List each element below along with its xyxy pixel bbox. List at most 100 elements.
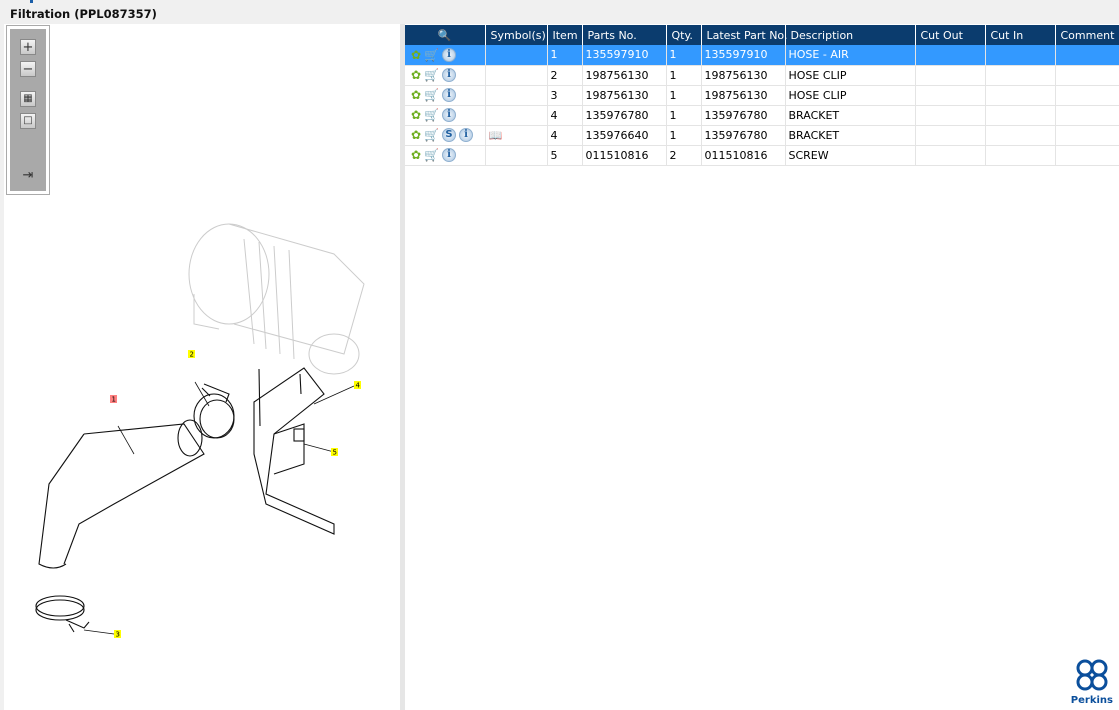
- info-icon[interactable]: i: [459, 128, 474, 142]
- column-header-cut-in[interactable]: Cut In: [985, 25, 1056, 45]
- item-cell: 4: [547, 105, 583, 126]
- row-actions: ✿ 🛒 i: [405, 65, 486, 86]
- description-cell: HOSE CLIP: [785, 65, 916, 86]
- comment-cell: [1055, 65, 1119, 86]
- diagram-toolbar: + − ▦ □ ⇥: [6, 25, 50, 195]
- cart-icon[interactable]: 🛒: [424, 68, 439, 82]
- symbols-cell: [485, 45, 548, 66]
- parts-no-cell: 135976780: [582, 105, 667, 126]
- info-icon[interactable]: i: [442, 68, 457, 82]
- column-header-parts-no[interactable]: Parts No.: [582, 25, 667, 45]
- info-icon[interactable]: i: [442, 148, 457, 162]
- column-header-item[interactable]: Item: [547, 25, 583, 45]
- item-cell: 2: [547, 65, 583, 86]
- cart-icon[interactable]: 🛒: [424, 48, 439, 62]
- fit-view-button[interactable]: ▦: [20, 91, 36, 107]
- comment-cell: [1055, 45, 1119, 66]
- parts-no-cell: 198756130: [582, 85, 667, 106]
- column-header-qty[interactable]: Qty.: [666, 25, 702, 45]
- info-icon[interactable]: i: [442, 47, 457, 62]
- zoom-in-button[interactable]: +: [20, 39, 36, 55]
- table-row[interactable]: ✿ 🛒 Si 📖 4 135976640 1 135976780 BRACKET: [405, 125, 1119, 146]
- table-row[interactable]: ✿ 🛒 i 1 135597910 1 135597910 HOSE - AIR: [405, 45, 1119, 66]
- logo-text: Perkins: [1070, 695, 1113, 706]
- comment-cell: [1055, 145, 1119, 166]
- table-header: 🔍 Symbol(s) Item Parts No. Qty. Latest P…: [405, 25, 1119, 45]
- zoom-out-button[interactable]: −: [20, 61, 36, 77]
- item-cell: 5: [547, 145, 583, 166]
- cut-out-cell: [915, 145, 986, 166]
- actual-size-button[interactable]: □: [20, 113, 36, 129]
- gear-icon[interactable]: ✿: [411, 48, 421, 62]
- cut-out-cell: [915, 85, 986, 106]
- perkins-emblem-icon: [1076, 659, 1108, 691]
- gear-icon[interactable]: ✿: [411, 88, 421, 102]
- export-button[interactable]: ⇥: [20, 167, 36, 183]
- comment-cell: [1055, 125, 1119, 146]
- page-title: Filtration (PPL087357): [10, 7, 157, 21]
- row-actions: ✿ 🛒 i: [405, 105, 486, 126]
- column-header-symbols[interactable]: Symbol(s): [485, 25, 548, 45]
- comment-cell: [1055, 85, 1119, 106]
- cut-in-cell: [985, 125, 1056, 146]
- row-actions: ✿ 🛒 i: [405, 45, 486, 66]
- exploded-diagram: 1 2 3 4 5: [35, 223, 365, 639]
- row-actions: ✿ 🛒 i: [405, 145, 486, 166]
- gear-icon[interactable]: ✿: [411, 68, 421, 82]
- grid-icon: ▦: [23, 93, 33, 104]
- cart-icon[interactable]: 🛒: [424, 108, 439, 122]
- export-arrow-icon: ⇥: [22, 167, 34, 183]
- cart-icon[interactable]: 🛒: [424, 148, 439, 162]
- symbols-cell: 📖: [485, 125, 548, 146]
- table-row[interactable]: ✿ 🛒 i 5 011510816 2 011510816 SCREW: [405, 145, 1119, 166]
- plus-icon: +: [22, 39, 34, 55]
- row-actions: ✿ 🛒 Si: [405, 125, 486, 146]
- book-magnifier-icon[interactable]: 📖: [489, 129, 503, 142]
- info-icon[interactable]: i: [442, 88, 457, 102]
- top-accent: [30, 0, 33, 3]
- diagram-panel[interactable]: 1 2 3 4 5: [4, 24, 400, 710]
- callout-4-label: 4: [356, 382, 361, 390]
- gear-icon[interactable]: ✿: [411, 108, 421, 122]
- gear-icon[interactable]: ✿: [411, 128, 421, 142]
- item-cell: 4: [547, 125, 583, 146]
- cart-icon[interactable]: 🛒: [424, 128, 439, 142]
- parts-no-cell: 011510816: [582, 145, 667, 166]
- latest-part-no-cell: 135976780: [701, 105, 786, 126]
- cut-out-cell: [915, 45, 986, 66]
- table-row[interactable]: ✿ 🛒 i 2 198756130 1 198756130 HOSE CLIP: [405, 65, 1119, 86]
- parts-list-panel: 🔍 Symbol(s) Item Parts No. Qty. Latest P…: [405, 24, 1119, 710]
- cut-in-cell: [985, 45, 1056, 66]
- column-header-cut-out[interactable]: Cut Out: [915, 25, 986, 45]
- cart-icon[interactable]: 🛒: [424, 88, 439, 102]
- callout-5-label: 5: [333, 449, 337, 457]
- latest-part-no-cell: 135976780: [701, 125, 786, 146]
- cut-in-cell: [985, 85, 1056, 106]
- gear-icon[interactable]: ✿: [411, 148, 421, 162]
- cut-out-cell: [915, 105, 986, 126]
- parts-no-cell: 198756130: [582, 65, 667, 86]
- square-icon: □: [23, 115, 33, 126]
- column-header-description[interactable]: Description: [785, 25, 916, 45]
- description-cell: BRACKET: [785, 125, 916, 146]
- callout-2-label: 2: [190, 351, 194, 359]
- description-cell: SCREW: [785, 145, 916, 166]
- symbols-cell: [485, 85, 548, 106]
- cut-in-cell: [985, 105, 1056, 126]
- latest-part-no-cell: 198756130: [701, 65, 786, 86]
- cut-out-cell: [915, 65, 986, 86]
- minus-icon: −: [22, 61, 34, 77]
- qty-cell: 2: [666, 145, 702, 166]
- table-row[interactable]: ✿ 🛒 i 4 135976780 1 135976780 BRACKET: [405, 105, 1119, 126]
- cut-in-cell: [985, 65, 1056, 86]
- latest-part-no-cell: 198756130: [701, 85, 786, 106]
- latest-part-no-cell: 011510816: [701, 145, 786, 166]
- column-header-latest-part-no[interactable]: Latest Part No.: [701, 25, 787, 45]
- s-badge-icon[interactable]: S: [442, 128, 457, 142]
- column-header-comment[interactable]: Comment: [1055, 25, 1119, 45]
- cut-in-cell: [985, 145, 1056, 166]
- item-cell: 3: [547, 85, 583, 106]
- table-row[interactable]: ✿ 🛒 i 3 198756130 1 198756130 HOSE CLIP: [405, 85, 1119, 106]
- info-icon[interactable]: i: [442, 108, 457, 122]
- column-header-search[interactable]: 🔍: [405, 25, 486, 45]
